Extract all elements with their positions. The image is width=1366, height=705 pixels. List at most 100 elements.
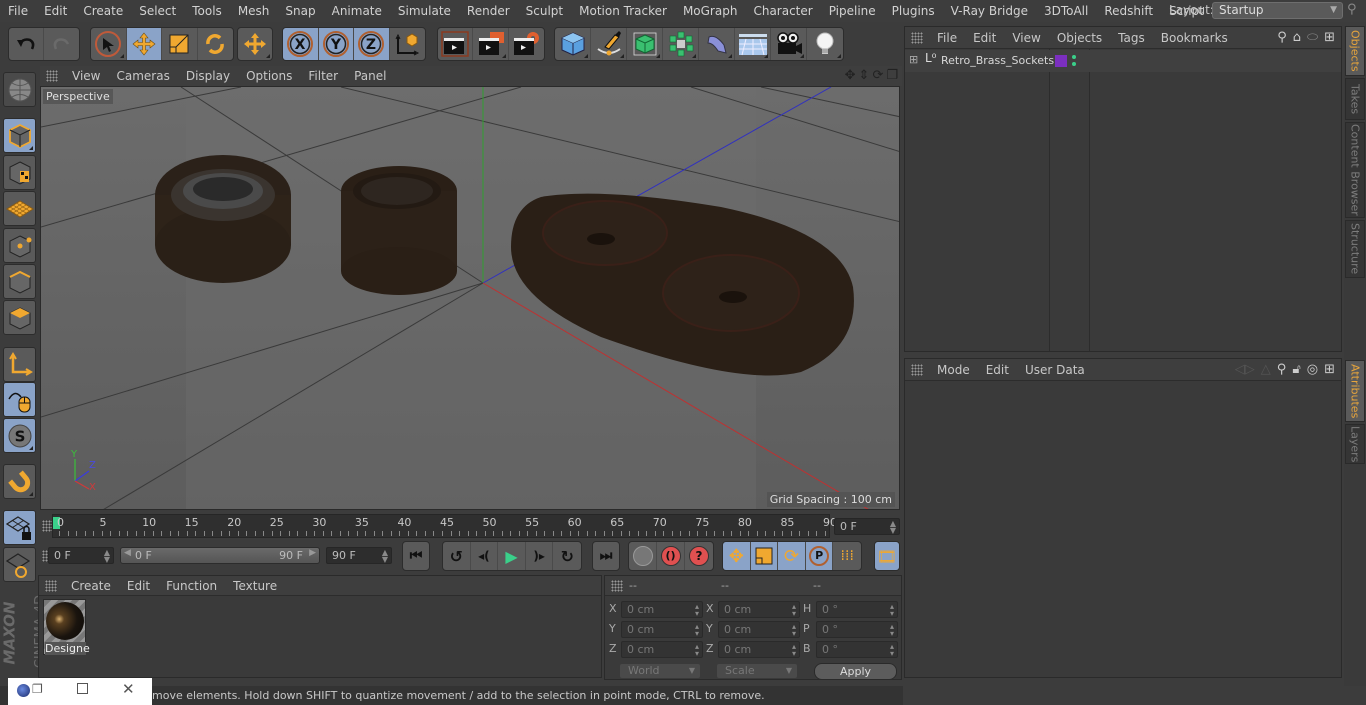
panel-grip[interactable] bbox=[911, 31, 923, 44]
menu-tools[interactable]: Tools bbox=[184, 4, 230, 18]
tweak-mode-button[interactable] bbox=[3, 382, 36, 417]
menu-sculpt[interactable]: Sculpt bbox=[518, 4, 571, 18]
model-mode-button[interactable] bbox=[3, 118, 36, 153]
objects-menu-bookmarks[interactable]: Bookmarks bbox=[1153, 31, 1236, 45]
z-axis-lock-button[interactable]: Z bbox=[354, 28, 390, 60]
enable-axis-button[interactable] bbox=[3, 347, 36, 382]
menu-file[interactable]: File bbox=[0, 4, 36, 18]
locked-workplane-button[interactable] bbox=[3, 510, 36, 545]
x-axis-lock-button[interactable]: X bbox=[283, 28, 319, 60]
spinner-icon[interactable]: ▲ ▼ bbox=[890, 519, 896, 534]
autokey-button[interactable]: ? bbox=[685, 542, 713, 570]
material-tag-icon[interactable] bbox=[1055, 55, 1067, 67]
snap-button[interactable]: S bbox=[3, 418, 36, 453]
transform-mode-dropdown[interactable]: Scale ▼ bbox=[716, 663, 798, 679]
attributes-menu-mode[interactable]: Mode bbox=[929, 363, 978, 377]
layout-dropdown[interactable]: Startup ▼ bbox=[1212, 2, 1343, 19]
undo-button[interactable] bbox=[9, 28, 45, 60]
rotate-tool-button[interactable] bbox=[198, 28, 233, 60]
objects-menu-view[interactable]: View bbox=[1004, 31, 1048, 45]
object-row[interactable]: ⊞ L⁰ Retro_Brass_Sockets bbox=[905, 50, 1341, 72]
tab-structure[interactable]: Structure bbox=[1345, 220, 1365, 278]
recent-tool-button[interactable] bbox=[238, 28, 272, 60]
viewport-menu-filter[interactable]: Filter bbox=[300, 69, 346, 83]
render-picture-viewer-button[interactable] bbox=[473, 28, 509, 60]
search-icon[interactable]: ⚲ bbox=[1277, 362, 1287, 377]
rotation-key-button[interactable]: ⟳ bbox=[778, 542, 806, 570]
pen-spline-button[interactable] bbox=[591, 28, 627, 60]
menu-animate[interactable]: Animate bbox=[324, 4, 390, 18]
materials-menu-function[interactable]: Function bbox=[158, 579, 225, 593]
panel-grip[interactable] bbox=[46, 70, 58, 82]
rot-p-field[interactable]: 0 ° ▴ ▾ bbox=[816, 621, 898, 638]
new-panel-icon[interactable]: ⊞ bbox=[1324, 30, 1335, 45]
back-arrow-icon[interactable]: ◁▷ bbox=[1235, 362, 1255, 377]
redo-button[interactable] bbox=[44, 28, 79, 60]
menu-3dtoall[interactable]: 3DToAll bbox=[1036, 4, 1096, 18]
expand-icon[interactable]: ⊞ bbox=[909, 53, 918, 66]
render-settings-button[interactable] bbox=[509, 28, 544, 60]
spinner-icon[interactable]: ▲ ▼ bbox=[104, 548, 110, 563]
apply-button[interactable]: Apply bbox=[814, 663, 897, 680]
go-to-start-button[interactable]: ⏮ bbox=[403, 542, 429, 570]
size-y-field[interactable]: 0 cm ▴ ▾ bbox=[718, 621, 800, 638]
attributes-menu-user-data[interactable]: User Data bbox=[1017, 363, 1093, 377]
pos-x-field[interactable]: 0 cm ▴ ▾ bbox=[621, 601, 703, 618]
points-mode-button[interactable] bbox=[3, 228, 36, 263]
menu-redshift[interactable]: Redshift bbox=[1096, 4, 1161, 18]
scale-key-button[interactable] bbox=[750, 542, 779, 570]
3d-viewport[interactable]: Y Z X Perspective Grid Spacing : 100 cm bbox=[40, 86, 900, 510]
new-panel-icon[interactable]: ⊞ bbox=[1324, 362, 1335, 377]
range-left-arrow-icon[interactable]: ◀ bbox=[124, 548, 131, 558]
viewport-menu-options[interactable]: Options bbox=[238, 69, 300, 83]
start-frame-field[interactable]: 0 F ▲ ▼ bbox=[48, 547, 114, 564]
light-button[interactable] bbox=[807, 28, 843, 60]
y-axis-lock-button[interactable]: Y bbox=[318, 28, 354, 60]
move-tool-button[interactable] bbox=[126, 28, 162, 60]
materials-menu-texture[interactable]: Texture bbox=[225, 579, 285, 593]
current-frame-field[interactable]: 0 F ▲ ▼ bbox=[834, 518, 900, 535]
range-right-arrow-icon[interactable]: ▶ bbox=[309, 548, 316, 558]
pos-z-field[interactable]: 0 cm ▴ ▾ bbox=[621, 641, 703, 658]
menu-plugins[interactable]: Plugins bbox=[884, 4, 943, 18]
next-frame-button[interactable]: )▸ bbox=[526, 542, 554, 570]
frame-range-slider[interactable]: ◀ 0 F 90 F ▶ bbox=[120, 547, 320, 564]
editor-visibility-dot[interactable] bbox=[1072, 55, 1076, 59]
spinner-icon[interactable]: ▲ ▼ bbox=[382, 548, 388, 563]
timeline-window-button[interactable]: 🎞︎ bbox=[875, 542, 899, 570]
record-button[interactable]: () bbox=[657, 542, 685, 570]
close-icon[interactable]: ✕ bbox=[122, 680, 135, 698]
keyframe-selection-button[interactable] bbox=[629, 542, 657, 570]
pos-y-field[interactable]: 0 cm ▴ ▾ bbox=[621, 621, 703, 638]
prev-frame-button[interactable]: ◂( bbox=[471, 542, 499, 570]
menu-mesh[interactable]: Mesh bbox=[230, 4, 278, 18]
tab-layers[interactable]: Layers bbox=[1345, 424, 1365, 464]
objects-menu-objects[interactable]: Objects bbox=[1049, 31, 1110, 45]
menu-select[interactable]: Select bbox=[131, 4, 184, 18]
menu-pipeline[interactable]: Pipeline bbox=[821, 4, 884, 18]
tab-objects[interactable]: Objects bbox=[1345, 26, 1365, 76]
menu-edit[interactable]: Edit bbox=[36, 4, 75, 18]
pan-view-icon[interactable]: ✥ bbox=[845, 68, 856, 83]
menu-vray-bridge[interactable]: V-Ray Bridge bbox=[943, 4, 1036, 18]
coordinate-mode-dropdown[interactable]: World ▼ bbox=[619, 663, 701, 679]
cube-primitive-button[interactable] bbox=[555, 28, 591, 60]
size-x-field[interactable]: 0 cm ▴ ▾ bbox=[718, 601, 800, 618]
search-icon[interactable]: ⚲ bbox=[1347, 2, 1357, 17]
menu-render[interactable]: Render bbox=[459, 4, 518, 18]
link-icon[interactable]: ⬭ bbox=[1307, 30, 1318, 45]
attributes-menu-edit[interactable]: Edit bbox=[978, 363, 1017, 377]
edges-mode-button[interactable] bbox=[3, 264, 36, 299]
tab-attributes[interactable]: Attributes bbox=[1345, 360, 1365, 422]
home-icon[interactable]: ⌂ bbox=[1293, 30, 1301, 45]
zoom-view-icon[interactable]: ⇕ bbox=[859, 68, 870, 83]
menu-mograph[interactable]: MoGraph bbox=[675, 4, 746, 18]
camera-button[interactable] bbox=[771, 28, 807, 60]
render-view-button[interactable] bbox=[438, 28, 474, 60]
menu-simulate[interactable]: Simulate bbox=[390, 4, 459, 18]
object-name[interactable]: Retro_Brass_Sockets bbox=[941, 54, 1054, 67]
objects-menu-file[interactable]: File bbox=[929, 31, 965, 45]
materials-menu-edit[interactable]: Edit bbox=[119, 579, 158, 593]
material-item[interactable]: Designe bbox=[43, 599, 90, 655]
materials-menu-create[interactable]: Create bbox=[63, 579, 119, 593]
